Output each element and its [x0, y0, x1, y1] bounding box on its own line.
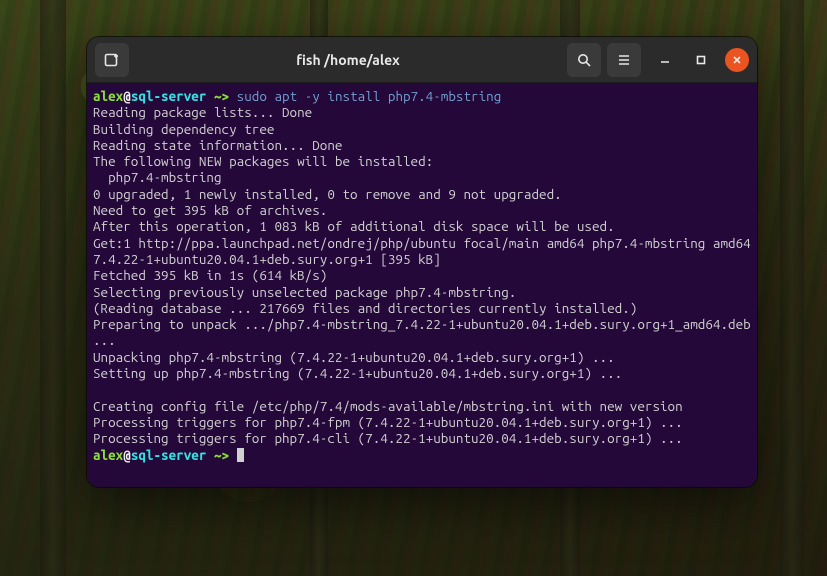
minimize-icon [659, 54, 671, 66]
prompt-sep: ~> [206, 447, 236, 463]
command-rest: apt -y install php7.4-mbstring [267, 88, 501, 104]
search-button[interactable] [567, 43, 601, 77]
prompt-host: sql-server [131, 88, 207, 104]
prompt-host: sql-server [131, 447, 207, 463]
maximize-button[interactable] [689, 48, 713, 72]
prompt-user: alex [93, 88, 123, 104]
output-line: Creating config file /etc/php/7.4/mods-a… [93, 398, 683, 414]
new-tab-button[interactable] [95, 43, 129, 77]
output-line: Get:1 http://ppa.launchpad.net/ondrej/ph… [93, 235, 757, 267]
close-button[interactable] [725, 48, 749, 72]
output-line: After this operation, 1 083 kB of additi… [93, 218, 615, 234]
terminal-window: fish /home/alex [87, 37, 757, 487]
output-line: Reading state information... Done [93, 137, 342, 153]
titlebar: fish /home/alex [87, 37, 757, 83]
close-icon [731, 54, 743, 66]
output-line: Unpacking php7.4-mbstring (7.4.22-1+ubun… [93, 349, 615, 365]
output-line: The following NEW packages will be insta… [93, 153, 433, 169]
output-line: Selecting previously unselected package … [93, 284, 516, 300]
output-line: php7.4-mbstring [93, 169, 222, 185]
prompt-user: alex [93, 447, 123, 463]
output-line: (Reading database ... 217669 files and d… [93, 300, 637, 316]
prompt-sep: ~> [206, 88, 236, 104]
output-line: Building dependency tree [93, 121, 274, 137]
menu-button[interactable] [607, 43, 641, 77]
output-line: Need to get 395 kB of archives. [93, 202, 327, 218]
hamburger-icon [616, 52, 632, 68]
output-line: Processing triggers for php7.4-cli (7.4.… [93, 430, 683, 446]
prompt-at: @ [123, 88, 131, 104]
search-icon [576, 52, 592, 68]
window-title: fish /home/alex [296, 52, 400, 68]
output-line: Processing triggers for php7.4-fpm (7.4.… [93, 414, 683, 430]
output-line: Preparing to unpack .../php7.4-mbstring_… [93, 316, 757, 348]
output-line: Setting up php7.4-mbstring (7.4.22-1+ubu… [93, 365, 622, 381]
cursor [237, 448, 244, 462]
minimize-button[interactable] [653, 48, 677, 72]
command-sudo: sudo [237, 88, 267, 104]
output-line: Reading package lists... Done [93, 104, 312, 120]
output-line: Fetched 395 kB in 1s (614 kB/s) [93, 267, 327, 283]
terminal-viewport[interactable]: alex@sql-server ~> sudo apt -y install p… [87, 83, 757, 487]
prompt-at: @ [123, 447, 131, 463]
output-line: 0 upgraded, 1 newly installed, 0 to remo… [93, 186, 562, 202]
new-tab-icon [103, 51, 121, 69]
maximize-icon [695, 54, 707, 66]
